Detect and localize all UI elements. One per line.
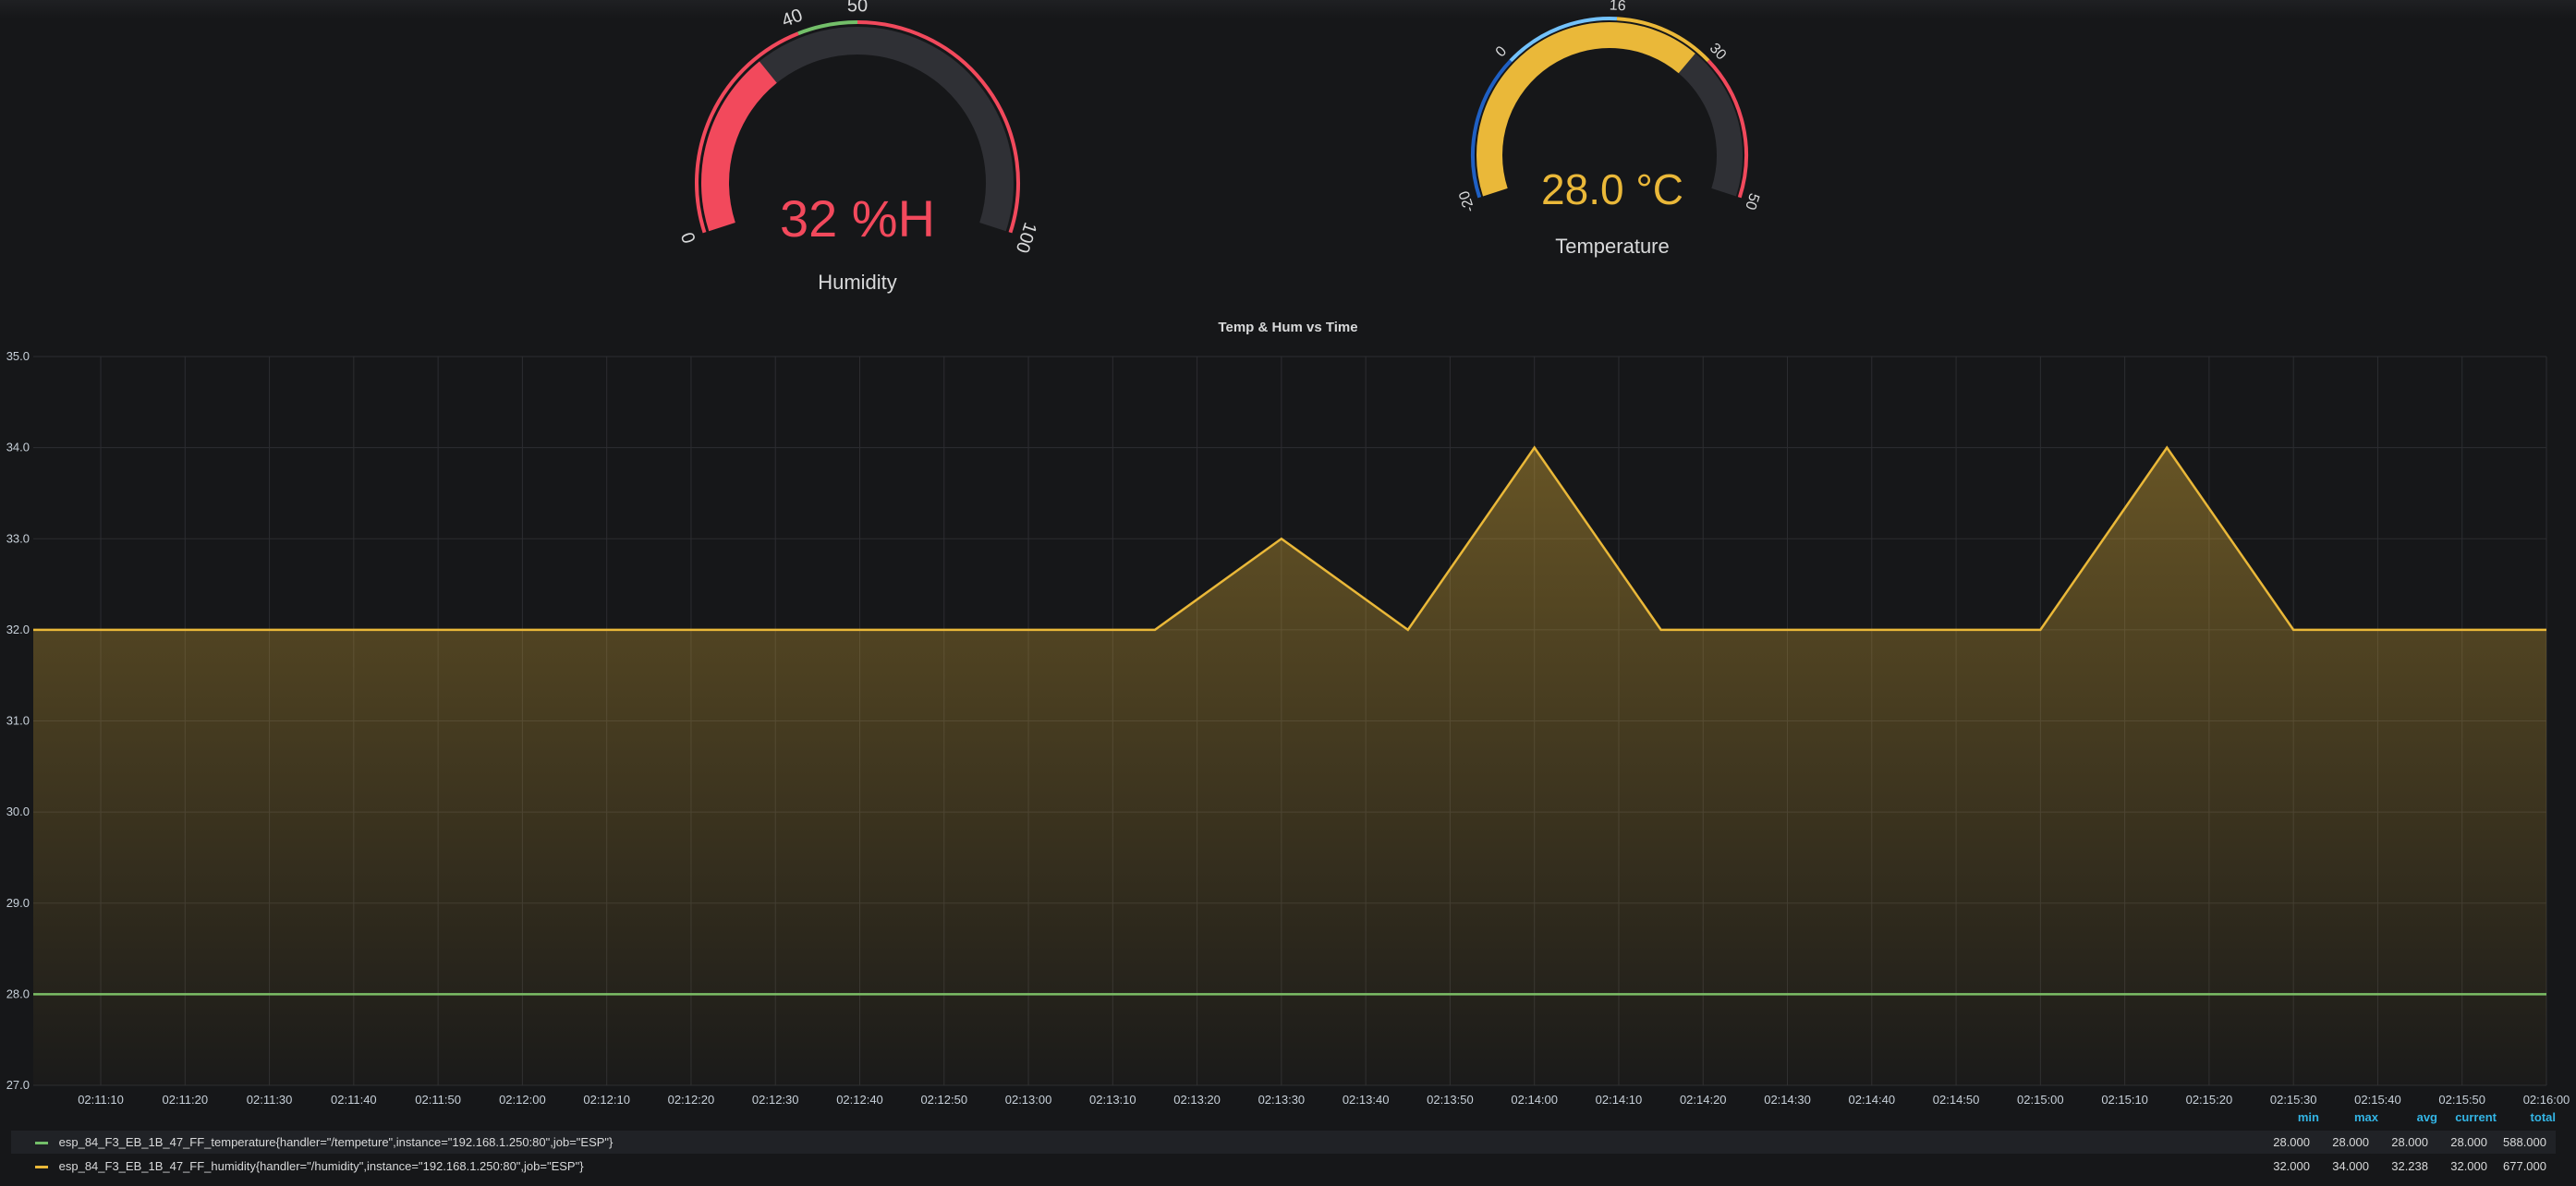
temperature-gauge: -200163050 [1456,0,1761,214]
legend-swatch-temperature [35,1142,48,1145]
x-tick-label: 02:15:20 [2186,1093,2233,1107]
x-tick-label: 02:11:10 [78,1093,124,1107]
y-tick-label: 33.0 [6,531,30,545]
legend-value-max: 28.000 [2332,1135,2369,1149]
y-tick-label: 31.0 [6,714,30,728]
y-tick-label: 35.0 [6,349,30,363]
x-tick-label: 02:14:20 [1680,1093,1727,1107]
legend-header-max[interactable]: max [2319,1110,2378,1124]
x-tick-label: 02:11:40 [331,1093,377,1107]
legend-value-min: 28.000 [2273,1135,2310,1149]
legend-row-humidity[interactable]: esp_84_F3_EB_1B_47_FF_humidity{handler="… [11,1155,2556,1178]
y-tick-label: 28.0 [6,986,30,1000]
x-tick-label: 02:12:50 [920,1093,967,1107]
time-series-chart[interactable]: 27.0 28.0 29.0 30.0 31.0 32.0 33.0 34.0 35.0 02:1… [0,342,2576,1108]
temperature-gauge-panel[interactable]: -20 0 16 30 50 28.0 °C Temperature [1446,0,1779,266]
x-tick-label: 02:11:30 [247,1093,293,1107]
x-tick-label: 02:14:10 [1596,1093,1643,1107]
x-tick-label: 02:13:00 [1005,1093,1052,1107]
x-tick-label: 02:12:20 [668,1093,715,1107]
legend-swatch-humidity [35,1166,48,1169]
x-tick-label: 02:13:50 [1427,1093,1474,1107]
x-tick-label: 02:16:00 [2523,1093,2570,1107]
humidity-label: Humidity [818,271,897,294]
x-tick-label: 02:13:20 [1173,1093,1221,1107]
y-tick-label: 27.0 [6,1078,30,1092]
y-tick-label: 34.0 [6,441,30,454]
x-tick-label: 02:15:30 [2270,1093,2317,1107]
legend-value-max: 34.000 [2332,1159,2369,1173]
temperature-tick-label: 0 [1493,43,1511,60]
humidity-gauge: 040 50100 [677,0,1039,256]
x-tick-label: 02:13:40 [1343,1093,1390,1107]
legend-value-current: 32.000 [2450,1159,2487,1173]
temperature-tick-label: 16 [1609,0,1626,14]
legend-header-avg[interactable]: avg [2378,1110,2437,1124]
legend-value-current: 28.000 [2450,1135,2487,1149]
top-bar [0,0,2576,18]
x-tick-label: 02:14:00 [1511,1093,1558,1107]
x-tick-label: 02:12:30 [752,1093,799,1107]
humidity-gauge-panel[interactable]: 0 40 50 100 32 %H Humidity [654,0,1061,312]
x-tick-label: 02:14:50 [1933,1093,1980,1107]
temperature-label: Temperature [1555,235,1670,258]
legend-values: 28.000 28.000 28.000 28.000 588.000 [2251,1131,2546,1154]
x-tick-label: 02:12:10 [583,1093,630,1107]
x-tick-label: 02:11:20 [162,1093,208,1107]
legend-value-min: 32.000 [2273,1159,2310,1173]
y-tick-label: 30.0 [6,805,30,818]
legend-header-current[interactable]: current [2437,1110,2497,1124]
y-tick-label: 29.0 [6,896,30,910]
humidity-tick-label: 50 [847,0,868,16]
x-tick-label: 02:12:40 [836,1093,883,1107]
temperature-value: 28.0 °C [1541,165,1683,213]
legend-value-total: 677.000 [2503,1159,2546,1173]
legend-value-avg: 28.000 [2391,1135,2428,1149]
x-tick-label: 02:11:50 [415,1093,461,1107]
legend-row-temperature[interactable]: esp_84_F3_EB_1B_47_FF_temperature{handle… [11,1131,2556,1154]
x-tick-label: 02:14:30 [1764,1093,1811,1107]
legend-value-avg: 32.238 [2391,1159,2428,1173]
legend-series-name[interactable]: esp_84_F3_EB_1B_47_FF_temperature{handle… [59,1135,614,1149]
legend-header-min[interactable]: min [2260,1110,2319,1124]
legend-values: 32.000 34.000 32.238 32.000 677.000 [2251,1155,2546,1178]
x-tick-label: 02:12:00 [499,1093,546,1107]
chart-title: Temp & Hum vs Time [1218,320,1358,335]
x-tick-label: 02:13:10 [1089,1093,1136,1107]
humidity-value: 32 %H [779,189,936,248]
x-tick-label: 02:13:30 [1258,1093,1306,1107]
x-tick-label: 02:15:10 [2101,1093,2148,1107]
legend-value-total: 588.000 [2503,1135,2546,1149]
y-tick-label: 32.0 [6,623,30,636]
x-tick-label: 02:15:00 [2017,1093,2064,1107]
x-tick-label: 02:14:40 [1848,1093,1895,1107]
humidity-series-area [33,447,2546,1085]
x-tick-label: 02:15:40 [2354,1093,2401,1107]
x-tick-label: 02:15:50 [2438,1093,2485,1107]
legend-header: min max avg current total [2260,1110,2556,1127]
legend-header-total[interactable]: total [2497,1110,2556,1124]
legend-series-name[interactable]: esp_84_F3_EB_1B_47_FF_humidity{handler="… [59,1159,584,1173]
